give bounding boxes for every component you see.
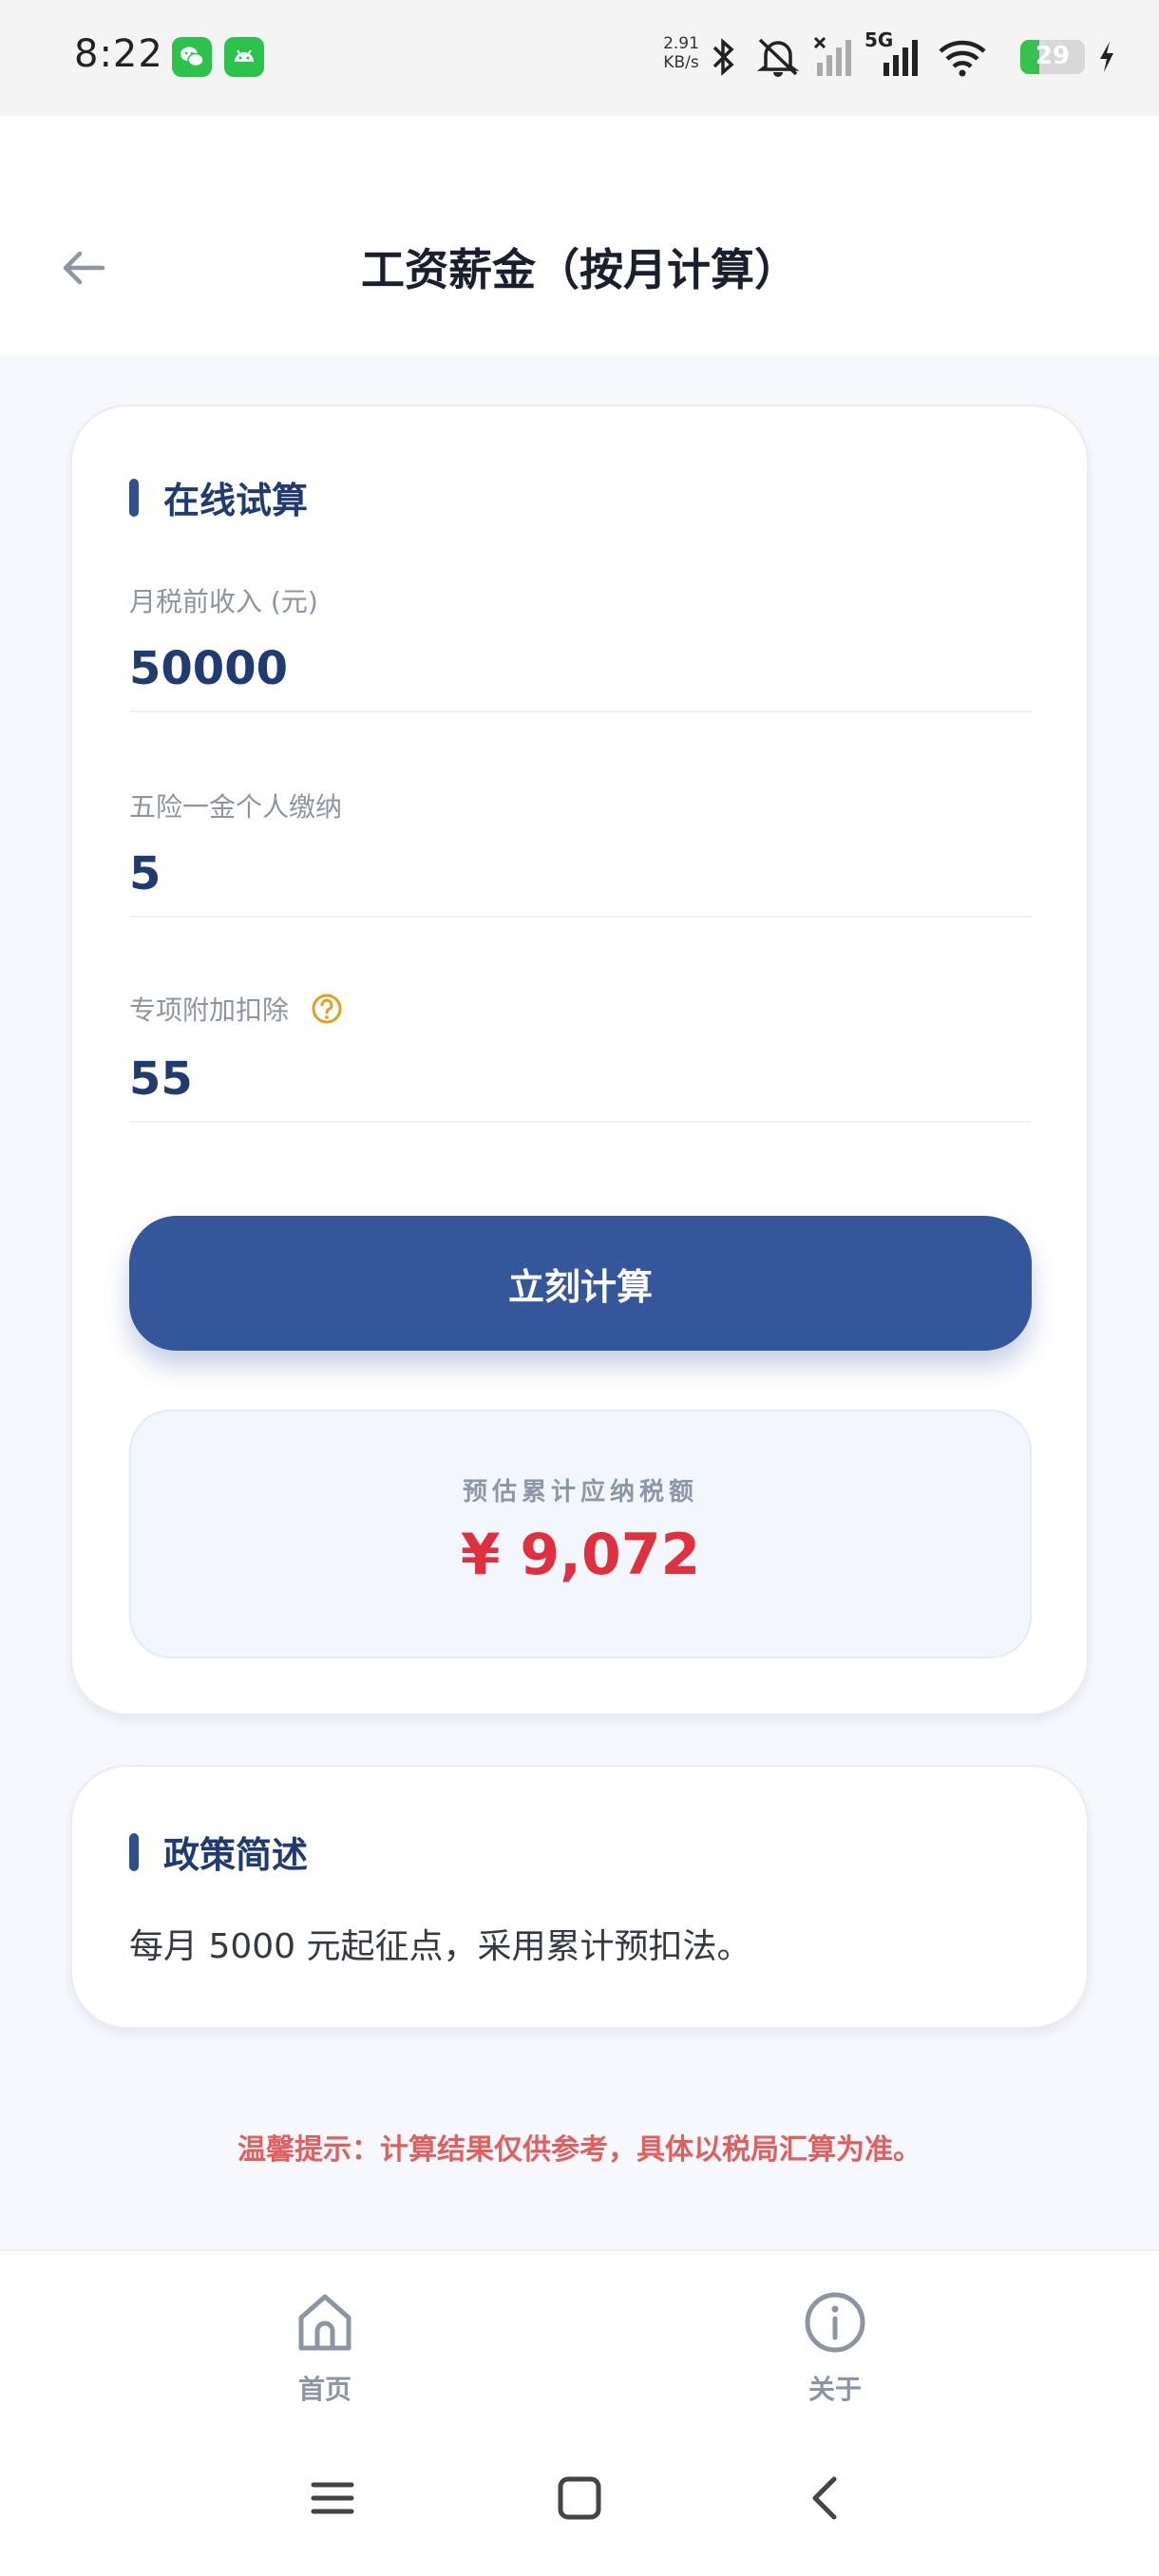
nav-label-home: 首页	[297, 2374, 352, 2405]
result-label: 预估累计应纳税额	[462, 1478, 698, 1506]
app-header: 工资薪金（按月计算）	[0, 116, 1159, 355]
home-icon	[298, 2294, 352, 2351]
bluetooth-icon	[712, 38, 734, 76]
section-title-text: 在线试算	[163, 480, 309, 521]
deduction-label-row: 专项附加扣除	[129, 990, 344, 1028]
nav-label-about: 关于	[808, 2374, 862, 2405]
status-bar: 8:22 2.91 KB/s 5G 29	[0, 0, 1159, 116]
calculator-card: 在线试算 月税前收入 (元) 五险一金个人缴纳 专项附加扣除 立刻计算 预估累计…	[70, 405, 1089, 1715]
result-box: 预估累计应纳税额 ¥ 9,072	[129, 1410, 1032, 1658]
policy-card: 政策简述 每月 5000 元起征点，采用累计预扣法。	[70, 1765, 1089, 2029]
policy-section-title: 政策简述	[129, 1826, 308, 1878]
wifi-icon	[939, 40, 986, 77]
info-icon	[805, 2292, 865, 2353]
policy-text: 每月 5000 元起征点，采用累计预扣法。	[129, 1927, 751, 1966]
section-accent-bar	[129, 478, 139, 517]
deduction-label: 专项附加扣除	[129, 994, 290, 1026]
income-input[interactable]	[129, 627, 1032, 712]
system-nav-bar	[0, 2472, 1159, 2548]
result-value: ¥ 9,072	[460, 1522, 701, 1588]
income-label: 月税前收入 (元)	[129, 586, 318, 617]
mute-bell-icon	[756, 38, 800, 77]
charging-icon	[1100, 42, 1113, 72]
section-accent-bar	[129, 1832, 139, 1871]
nav-item-about[interactable]: 关于	[759, 2289, 911, 2407]
bottom-nav: 首页 关于	[0, 2249, 1159, 2576]
system-back-icon[interactable]	[800, 2472, 853, 2525]
wechat-icon	[172, 37, 212, 77]
disclaimer-tip: 温馨提示：计算结果仅供参考，具体以税局汇算为准。	[238, 2133, 922, 2167]
nav-item-home[interactable]: 首页	[249, 2289, 401, 2407]
signal-empty-icon	[813, 36, 851, 76]
status-time: 8:22	[74, 32, 163, 76]
net-speed: 2.91 KB/s	[657, 34, 705, 72]
calculate-button[interactable]: 立刻计算	[129, 1216, 1032, 1351]
android-icon	[224, 37, 264, 77]
insurance-input[interactable]	[129, 832, 1032, 918]
net-speed-value: 2.91	[663, 34, 699, 53]
insurance-label: 五险一金个人缴纳	[129, 791, 343, 823]
network-type: 5G	[864, 28, 894, 51]
net-speed-unit: KB/s	[663, 53, 699, 72]
battery-indicator: 29	[1020, 40, 1085, 74]
help-icon[interactable]	[310, 992, 344, 1026]
page-title: 工资薪金（按月计算）	[361, 244, 798, 295]
battery-level: 29	[1035, 42, 1071, 70]
deduction-input[interactable]	[129, 1037, 1032, 1123]
home-square-icon[interactable]	[553, 2472, 606, 2525]
screen: 8:22 2.91 KB/s 5G 29 工资薪金（按月计算） 在线试算 月税前…	[0, 0, 1159, 2576]
menu-icon[interactable]	[306, 2472, 359, 2525]
section-title-text: 政策简述	[163, 1834, 309, 1876]
calculator-section-title: 在线试算	[129, 471, 308, 523]
